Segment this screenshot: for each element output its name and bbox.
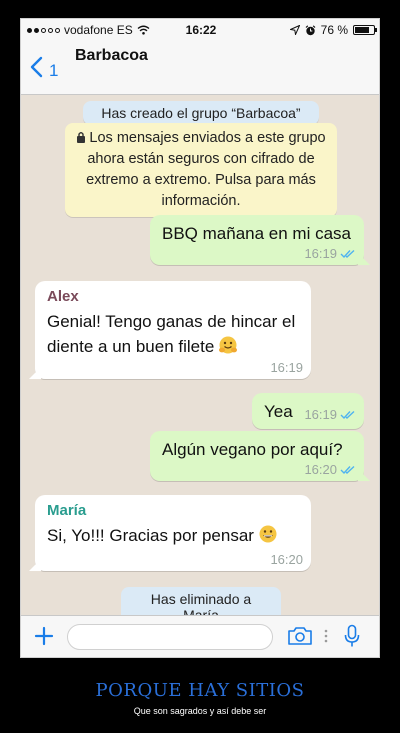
message-meta: 16:19 bbox=[304, 407, 356, 422]
chat-header: 1 Barbacoa bbox=[21, 41, 379, 95]
message-time: 16:19 bbox=[304, 246, 337, 261]
more-dots-icon bbox=[324, 629, 328, 643]
message-body: Genial! Tengo ganas de hincar el diente … bbox=[47, 312, 296, 356]
message-incoming[interactable]: Alex Genial! Tengo ganas de hincar el di… bbox=[35, 281, 311, 379]
message-outgoing[interactable]: BBQ mañana en mi casa 16:19 bbox=[150, 215, 364, 265]
message-outgoing[interactable]: Yea 16:19 bbox=[252, 393, 364, 429]
chevron-left-icon bbox=[30, 56, 43, 78]
back-button[interactable]: 1 bbox=[29, 53, 58, 81]
read-receipt-icon bbox=[340, 410, 355, 419]
message-meta: 16:20 bbox=[270, 552, 303, 567]
battery-icon bbox=[353, 25, 377, 35]
battery-percent: 76 % bbox=[320, 23, 348, 37]
message-time: 16:20 bbox=[304, 462, 337, 477]
message-meta: 16:20 bbox=[304, 462, 356, 477]
status-bar: vodafone ES 16:22 76 % bbox=[21, 19, 379, 41]
camera-icon[interactable] bbox=[287, 626, 313, 646]
message-input[interactable] bbox=[67, 624, 273, 650]
unread-count: 1 bbox=[49, 61, 59, 80]
message-meta: 16:19 bbox=[270, 360, 303, 375]
message-text: BBQ mañana en mi casa bbox=[162, 224, 351, 243]
battery-level-fill bbox=[355, 27, 369, 33]
plus-icon[interactable] bbox=[33, 625, 55, 647]
phone-screen: vodafone ES 16:22 76 % 1 Barbacoa Has cr… bbox=[20, 18, 380, 658]
system-message-created: Has creado el grupo “Barbacoa” bbox=[83, 101, 319, 125]
message-body: Si, Yo!!! Gracias por pensar bbox=[47, 526, 254, 545]
chat-title[interactable]: Barbacoa bbox=[75, 47, 148, 65]
message-text: Algún vegano por aquí? bbox=[162, 440, 343, 459]
status-right: 76 % bbox=[289, 23, 377, 37]
message-time: 16:19 bbox=[270, 360, 303, 375]
microphone-icon[interactable] bbox=[343, 624, 361, 648]
message-meta: 16:19 bbox=[304, 246, 356, 261]
read-receipt-icon bbox=[340, 465, 355, 474]
composer-bar bbox=[21, 615, 379, 657]
encryption-notice-text: Los mensajes enviados a este grupo ahora… bbox=[86, 130, 326, 209]
hugging-face-emoji bbox=[219, 336, 238, 354]
location-arrow-icon bbox=[289, 25, 300, 35]
message-outgoing[interactable]: Algún vegano por aquí? 16:20 bbox=[150, 431, 364, 481]
sender-name[interactable]: Alex bbox=[47, 287, 301, 307]
message-incoming[interactable]: María Si, Yo!!! Gracias por pensar 16:20 bbox=[35, 495, 311, 571]
message-time: 16:19 bbox=[304, 407, 337, 422]
caption-title: PORQUE HAY SITIOS bbox=[95, 680, 305, 701]
message-list[interactable]: Has creado el grupo “Barbacoa” Los mensa… bbox=[21, 95, 379, 627]
caption-subtitle: Que son sagrados y así debe ser bbox=[133, 706, 267, 716]
grinning-face-emoji bbox=[259, 525, 277, 543]
alarm-clock-icon bbox=[305, 24, 316, 35]
message-time: 16:20 bbox=[270, 552, 303, 567]
message-text: Si, Yo!!! Gracias por pensar bbox=[47, 523, 301, 548]
lock-icon bbox=[77, 132, 86, 143]
read-receipt-icon bbox=[340, 249, 355, 258]
encryption-notice[interactable]: Los mensajes enviados a este grupo ahora… bbox=[65, 123, 337, 217]
message-text: Genial! Tengo ganas de hincar el diente … bbox=[47, 309, 301, 359]
sender-name[interactable]: María bbox=[47, 501, 301, 521]
